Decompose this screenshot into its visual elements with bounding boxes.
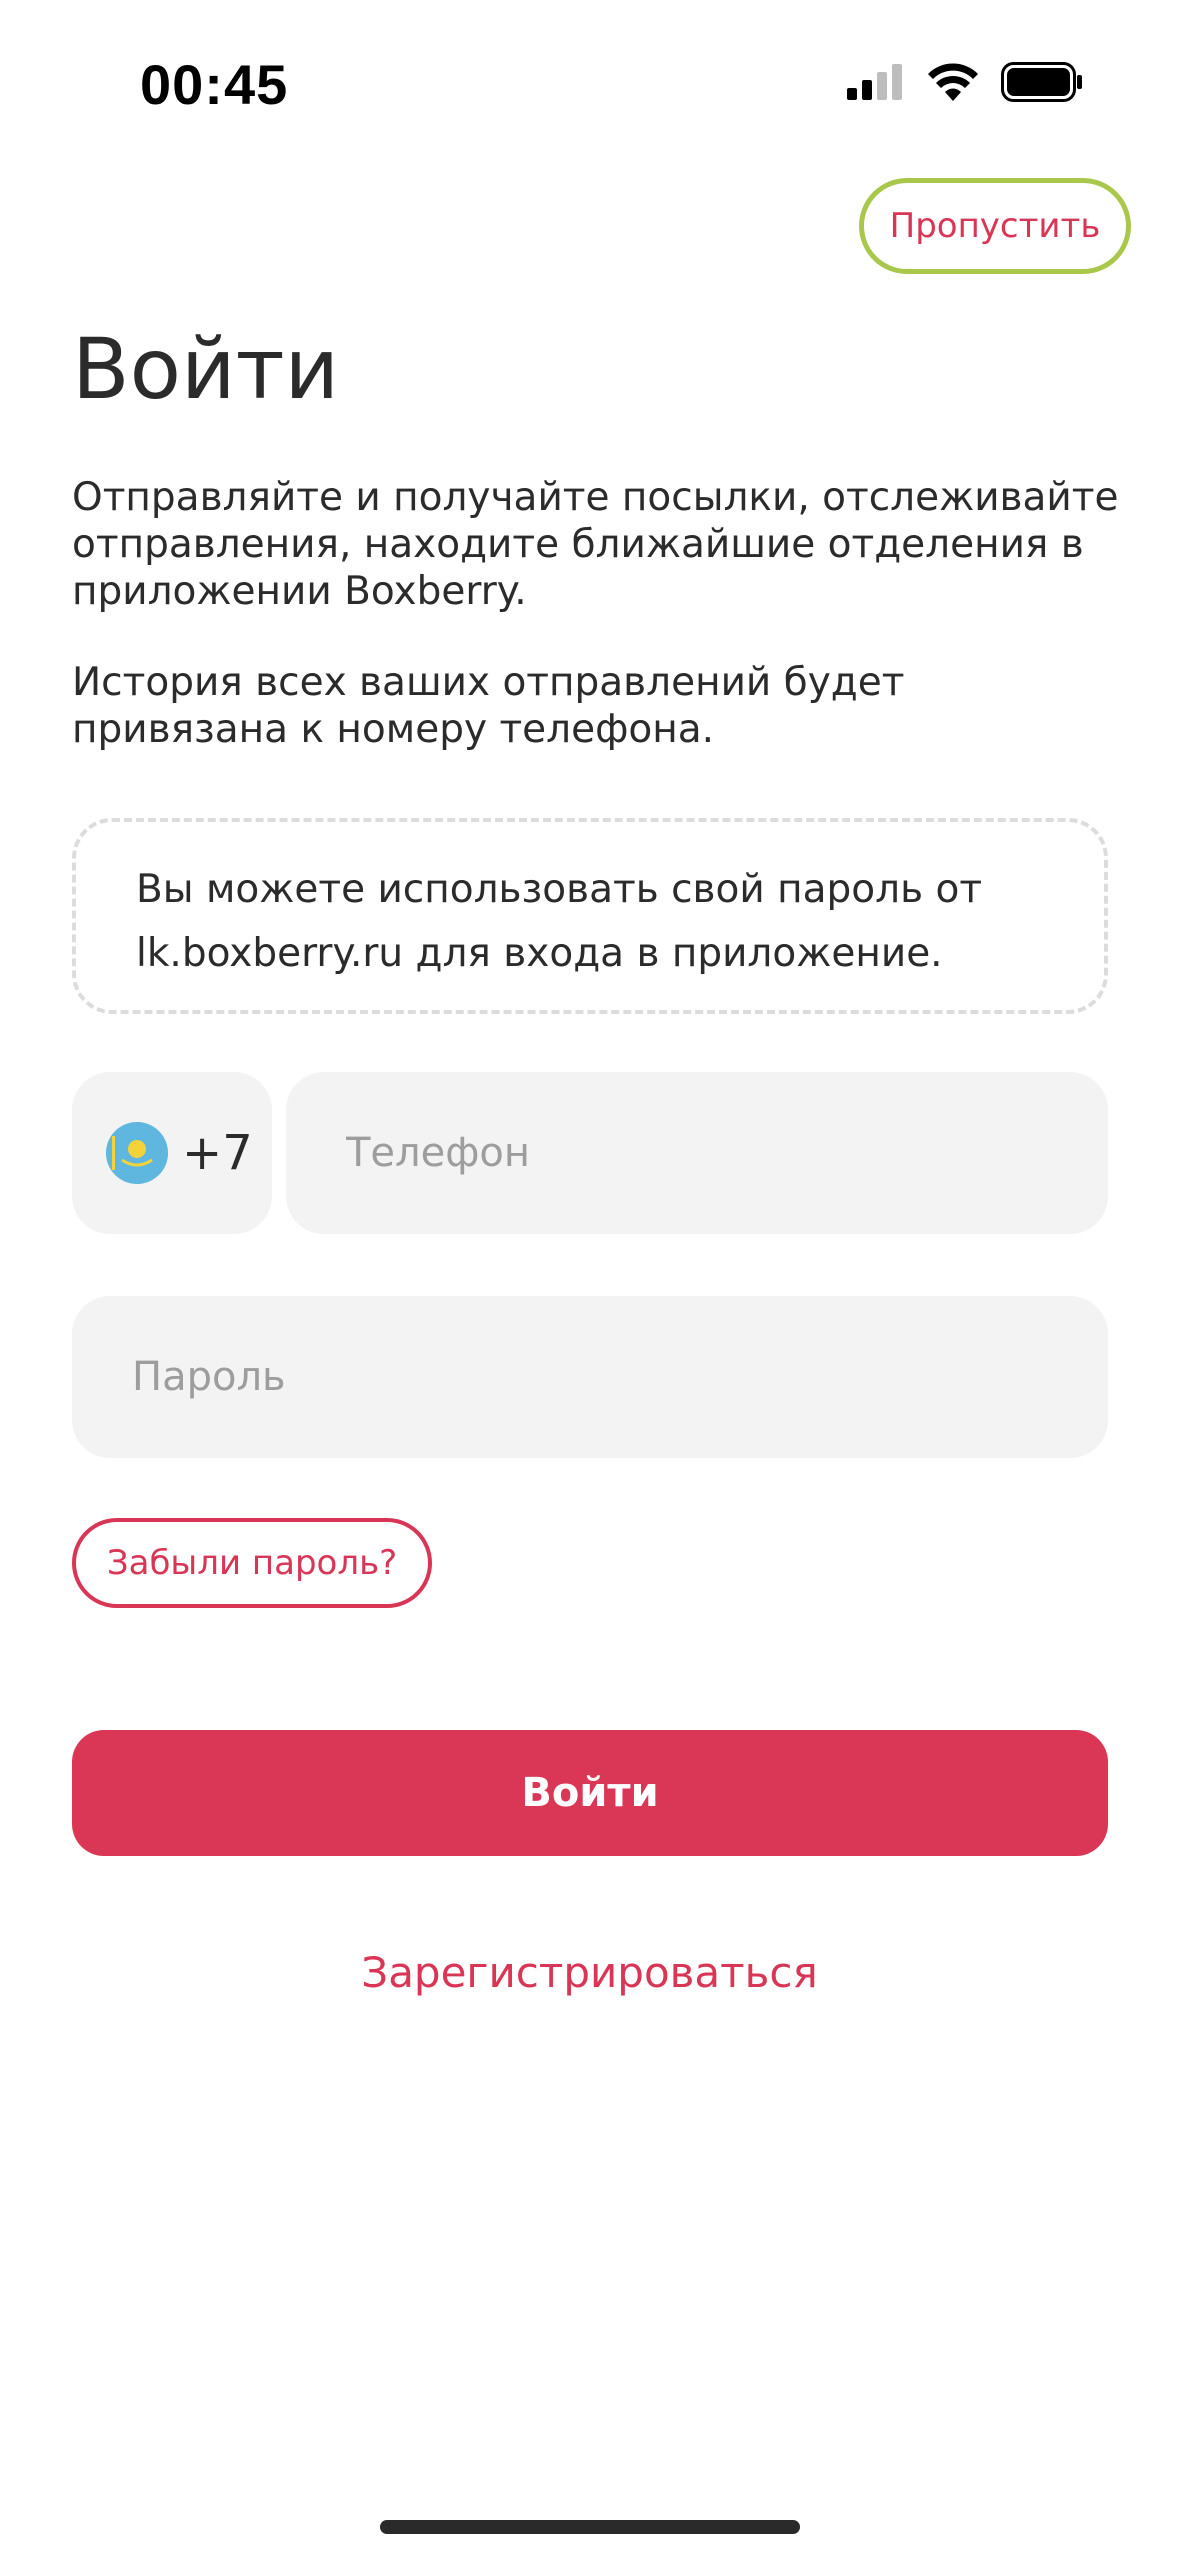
forgot-password-button[interactable]: Забыли пароль? xyxy=(72,1518,432,1608)
intro-paragraph-2: История всех ваших отправлений будет при… xyxy=(72,660,905,752)
status-bar: 00:45 xyxy=(0,0,1179,150)
status-icons xyxy=(847,62,1083,106)
login-button[interactable]: Войти xyxy=(72,1730,1108,1856)
password-input[interactable] xyxy=(72,1296,1108,1458)
signal-icon xyxy=(847,64,905,104)
intro-paragraph-1: Отправляйте и получайте посылки, отслежи… xyxy=(72,475,1119,614)
login-screen: 00:45 Пропустить Войти Отправляйте и пол… xyxy=(0,0,1179,2556)
kazakhstan-flag-icon xyxy=(106,1122,168,1184)
skip-button[interactable]: Пропустить xyxy=(859,178,1131,274)
wifi-icon xyxy=(927,63,979,105)
password-info-box: Вы можете использовать свой пароль от lk… xyxy=(72,818,1108,1014)
country-code-picker[interactable]: +7 xyxy=(72,1072,272,1234)
register-link[interactable]: Зарегистрироваться xyxy=(0,1948,1179,1997)
intro-text: Отправляйте и получайте посылки, отслежи… xyxy=(72,474,1122,753)
home-indicator[interactable] xyxy=(380,2520,800,2534)
country-code: +7 xyxy=(182,1125,253,1181)
battery-icon xyxy=(1001,62,1083,106)
status-time: 00:45 xyxy=(140,53,289,116)
phone-input[interactable] xyxy=(286,1072,1108,1234)
page-title: Войти xyxy=(72,320,340,418)
